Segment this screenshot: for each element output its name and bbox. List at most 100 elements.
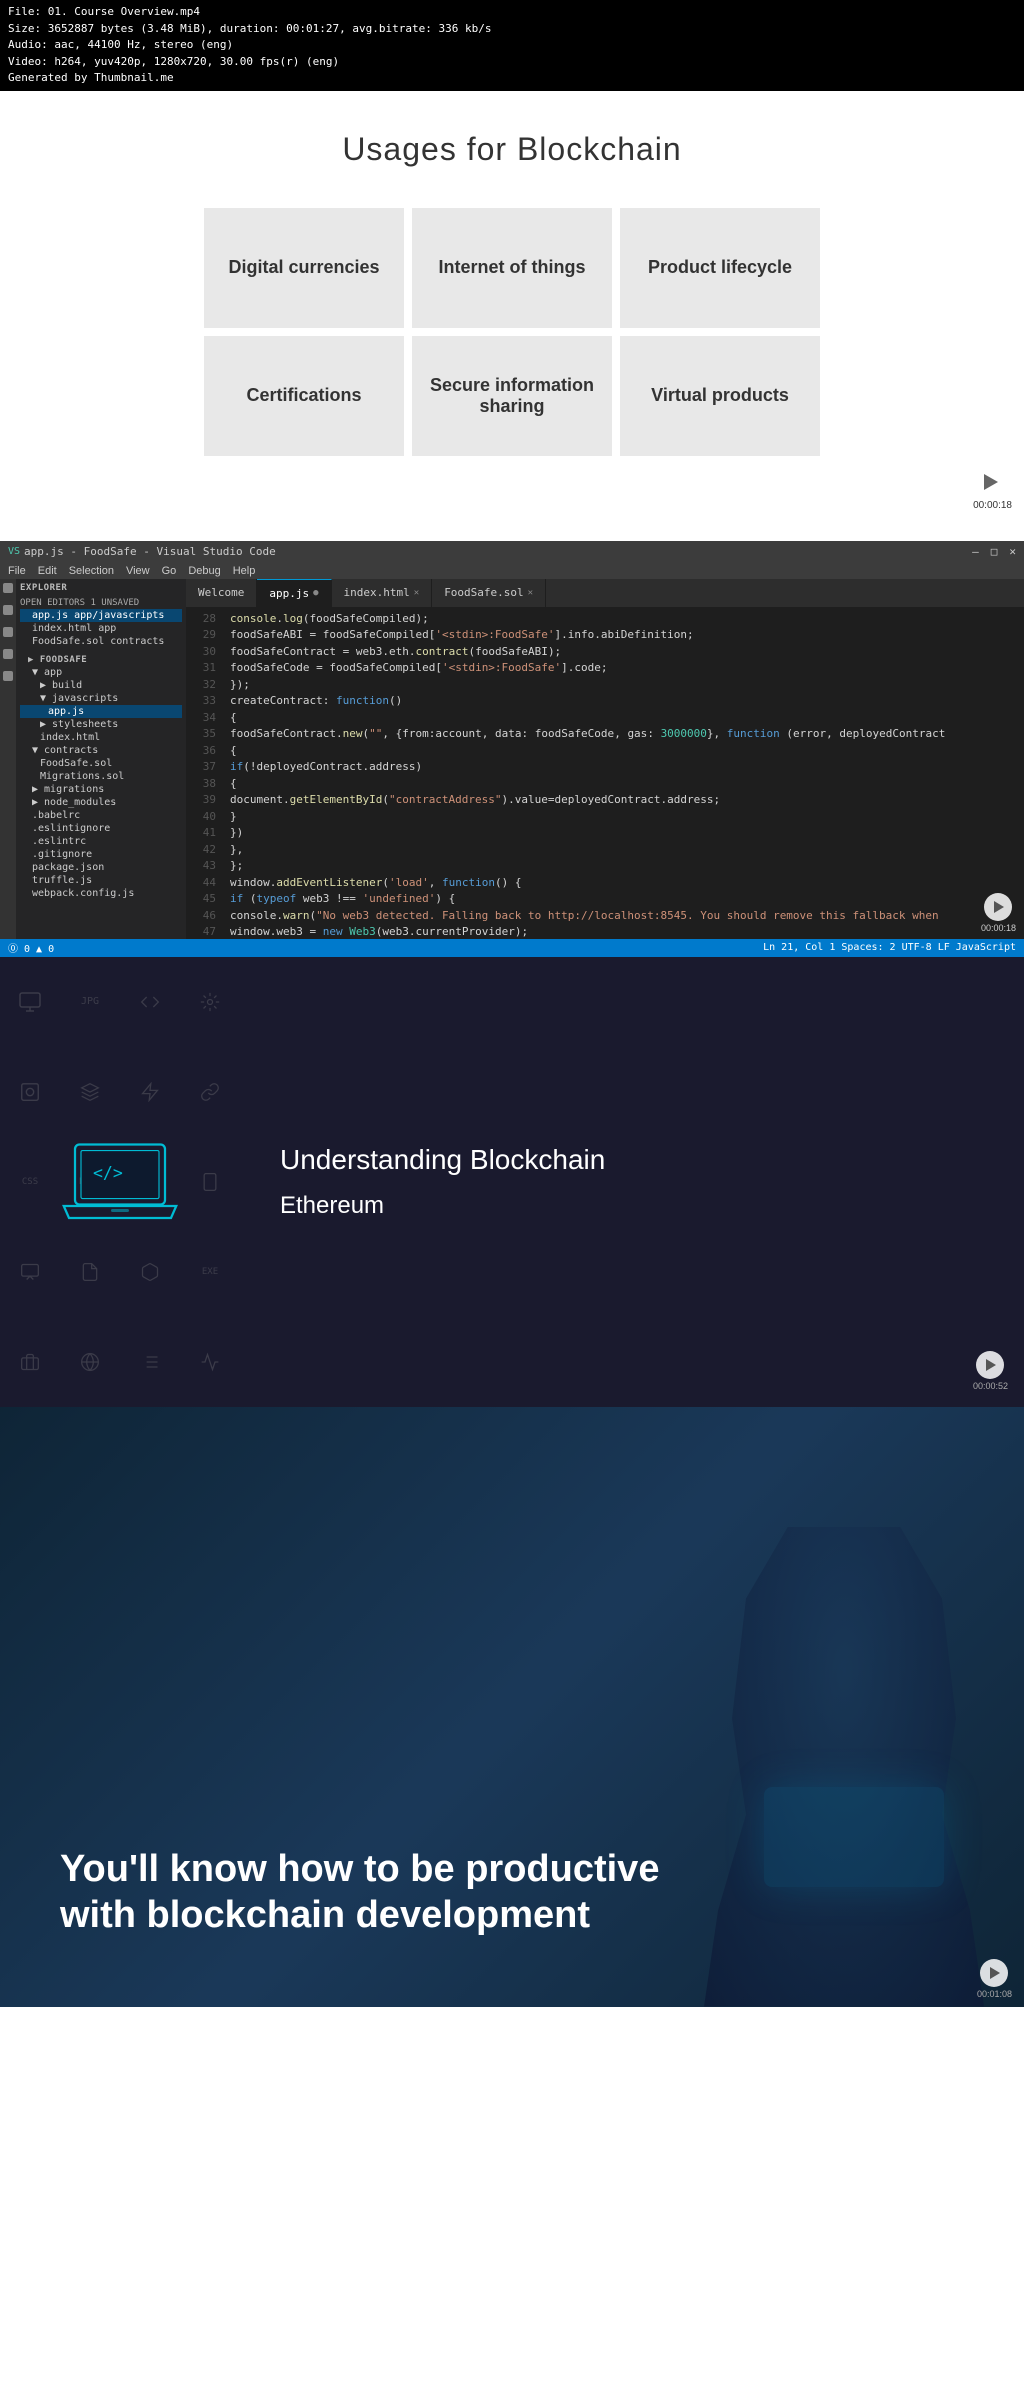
file-info-line4: Video: h264, yuv420p, 1280x720, 30.00 fp… xyxy=(8,54,1016,71)
vscode-activity-bar xyxy=(0,579,16,939)
menu-view[interactable]: View xyxy=(126,565,150,577)
debug-icon[interactable] xyxy=(3,649,13,659)
bg-icon-16: EXE xyxy=(180,1227,240,1317)
explorer-build-folder[interactable]: ▶ build xyxy=(20,679,182,692)
code-line-42: } xyxy=(230,809,1024,826)
statusbar-position: Ln 21, Col 1 Spaces: 2 UTF-8 LF JavaScri… xyxy=(763,942,1016,953)
code-line-50: window.web3 = new Web3(web3.currentProvi… xyxy=(230,924,1024,939)
code-line-48: if (typeof web3 !== 'undefined') { xyxy=(230,891,1024,908)
bg-icon-2: JPG xyxy=(60,957,120,1047)
explorer-eslintignore[interactable]: .eslintignore xyxy=(20,822,182,835)
menu-go[interactable]: Go xyxy=(162,565,177,577)
file-info-line2: Size: 3652887 bytes (3.48 MiB), duration… xyxy=(8,21,1016,38)
explorer-eslintrc[interactable]: .eslintrc xyxy=(20,835,182,848)
explorer-icon[interactable] xyxy=(3,583,13,593)
explorer-appjs[interactable]: app.js app/javascripts xyxy=(20,609,182,622)
bg-icon-15 xyxy=(120,1227,180,1317)
code-line-44: }, xyxy=(230,842,1024,859)
explorer-migrations-folder[interactable]: ▶ migrations xyxy=(20,783,182,796)
play-icon-vscode xyxy=(994,901,1004,913)
code-line-33: }); xyxy=(230,677,1024,694)
play-button-1[interactable] xyxy=(973,466,1005,498)
explorer-app-folder[interactable]: ▼ app xyxy=(20,666,182,679)
explorer-foodsafe-sol[interactable]: FoodSafe.sol xyxy=(20,757,182,770)
tab-foodsafesol[interactable]: FoodSafe.sol ✕ xyxy=(432,579,546,607)
code-line-30: foodSafeContract = web3.eth.contract(foo… xyxy=(230,644,1024,661)
tab-indexhtml[interactable]: index.html ✕ xyxy=(332,579,433,607)
productive-title: You'll know how to be productive with bl… xyxy=(60,1847,660,1938)
code-line-37: foodSafeContract.new("", {from:account, … xyxy=(230,726,1024,743)
explorer-index-file[interactable]: index.html xyxy=(20,731,182,744)
bg-icon-7 xyxy=(120,1047,180,1137)
bg-icon-9: CSS xyxy=(0,1137,60,1227)
explorer-gitignore[interactable]: .gitignore xyxy=(20,848,182,861)
explorer-indexhtml[interactable]: index.html app xyxy=(20,622,182,635)
git-icon[interactable] xyxy=(3,627,13,637)
play-button-understanding[interactable] xyxy=(976,1351,1004,1379)
explorer-contracts-folder[interactable]: ▼ contracts xyxy=(20,744,182,757)
card-digital-currencies: Digital currencies xyxy=(204,208,404,328)
person-silhouette xyxy=(704,1527,984,2007)
code-line-36: { xyxy=(230,710,1024,727)
code-line-43: }) xyxy=(230,825,1024,842)
file-info-header: File: 01. Course Overview.mp4 Size: 3652… xyxy=(0,0,1024,91)
menu-edit[interactable]: Edit xyxy=(38,565,57,577)
code-line-29: foodSafeABI = foodSafeCompiled['<stdin>:… xyxy=(230,627,1024,644)
menu-file[interactable]: File xyxy=(8,565,26,577)
open-editors-label: OPEN EDITORS 1 UNSAVED xyxy=(20,597,182,609)
vscode-tab-bar: Welcome app.js ● index.html ✕ FoodSafe.s… xyxy=(186,579,1024,607)
play-button-productive[interactable] xyxy=(980,1959,1008,1987)
laptop-icon-container: </> xyxy=(60,1137,180,1227)
code-line-31: foodSafeCode = foodSafeCompiled['<stdin>… xyxy=(230,660,1024,677)
extensions-icon[interactable] xyxy=(3,671,13,681)
explorer-packagejson[interactable]: package.json xyxy=(20,861,182,874)
vscode-play-overlay: 00:00:18 xyxy=(981,893,1016,933)
explorer-trufflejs[interactable]: truffle.js xyxy=(20,874,182,887)
vscode-body: EXPLORER OPEN EDITORS 1 UNSAVED app.js a… xyxy=(0,579,1024,939)
card-secure-info-sharing: Secure information sharing xyxy=(412,336,612,456)
search-sidebar-icon[interactable] xyxy=(3,605,13,615)
code-line-49: console.warn("No web3 detected. Falling … xyxy=(230,908,1024,925)
foodsafe-folder[interactable]: ▶ FOODSAFE xyxy=(20,654,182,666)
explorer-foodsafesol[interactable]: FoodSafe.sol contracts xyxy=(20,635,182,648)
bg-icon-13 xyxy=(0,1227,60,1317)
explorer-babelrc[interactable]: .babelrc xyxy=(20,809,182,822)
play-button-vscode[interactable] xyxy=(984,893,1012,921)
code-area: 2829303132 3334353637 3839404142 4344454… xyxy=(186,607,1024,939)
file-info-line5: Generated by Thumbnail.me xyxy=(8,70,1016,87)
explorer-webpackconfigjs[interactable]: webpack.config.js xyxy=(20,887,182,900)
vscode-section: VS app.js - FoodSafe - Visual Studio Cod… xyxy=(0,541,1024,957)
menu-debug[interactable]: Debug xyxy=(188,565,220,577)
explorer-title: EXPLORER xyxy=(20,583,182,593)
explorer-javascripts-folder[interactable]: ▼ javascripts xyxy=(20,692,182,705)
code-line-45: }; xyxy=(230,858,1024,875)
bg-icon-17 xyxy=(0,1317,60,1407)
statusbar-errors: ⓪ 0 ▲ 0 xyxy=(8,940,54,955)
tab-appjs[interactable]: app.js ● xyxy=(257,579,331,607)
blockchain-usages-section: Usages for Blockchain Digital currencies… xyxy=(0,91,1024,541)
tab-close-indexhtml[interactable]: ✕ xyxy=(414,588,419,598)
play-icon-1 xyxy=(984,474,998,490)
menu-help[interactable]: Help xyxy=(233,565,256,577)
menu-selection[interactable]: Selection xyxy=(69,565,114,577)
timestamp-1: 00:00:18 xyxy=(973,500,1012,511)
vscode-titlebar: VS app.js - FoodSafe - Visual Studio Cod… xyxy=(0,541,1024,563)
code-line-41: document.getElementById("contractAddress… xyxy=(230,792,1024,809)
tab-close-appjs[interactable]: ● xyxy=(313,588,318,598)
file-info-line3: Audio: aac, 44100 Hz, stereo (eng) xyxy=(8,37,1016,54)
understanding-right-panel: Understanding Blockchain Ethereum xyxy=(240,957,1024,1407)
tab-welcome[interactable]: Welcome xyxy=(186,579,257,607)
explorer-appjs-file[interactable]: app.js xyxy=(20,705,182,718)
explorer-nodemodules-folder[interactable]: ▶ node_modules xyxy=(20,796,182,809)
productive-section: You'll know how to be productive with bl… xyxy=(0,1407,1024,2007)
blockchain-section-title: Usages for Blockchain xyxy=(342,131,681,168)
explorer-migrations-sol[interactable]: Migrations.sol xyxy=(20,770,182,783)
code-line-39: if(!deployedContract.address) xyxy=(230,759,1024,776)
understanding-subtitle: Ethereum xyxy=(280,1192,984,1220)
understanding-timestamp: 00:00:52 xyxy=(973,1381,1008,1391)
vscode-timestamp: 00:00:18 xyxy=(981,923,1016,933)
tab-close-foodsafesol[interactable]: ✕ xyxy=(528,588,533,598)
laptop-icon: </> xyxy=(60,1137,180,1227)
explorer-stylesheets-folder[interactable]: ▶ stylesheets xyxy=(20,718,182,731)
card-virtual-products: Virtual products xyxy=(620,336,820,456)
